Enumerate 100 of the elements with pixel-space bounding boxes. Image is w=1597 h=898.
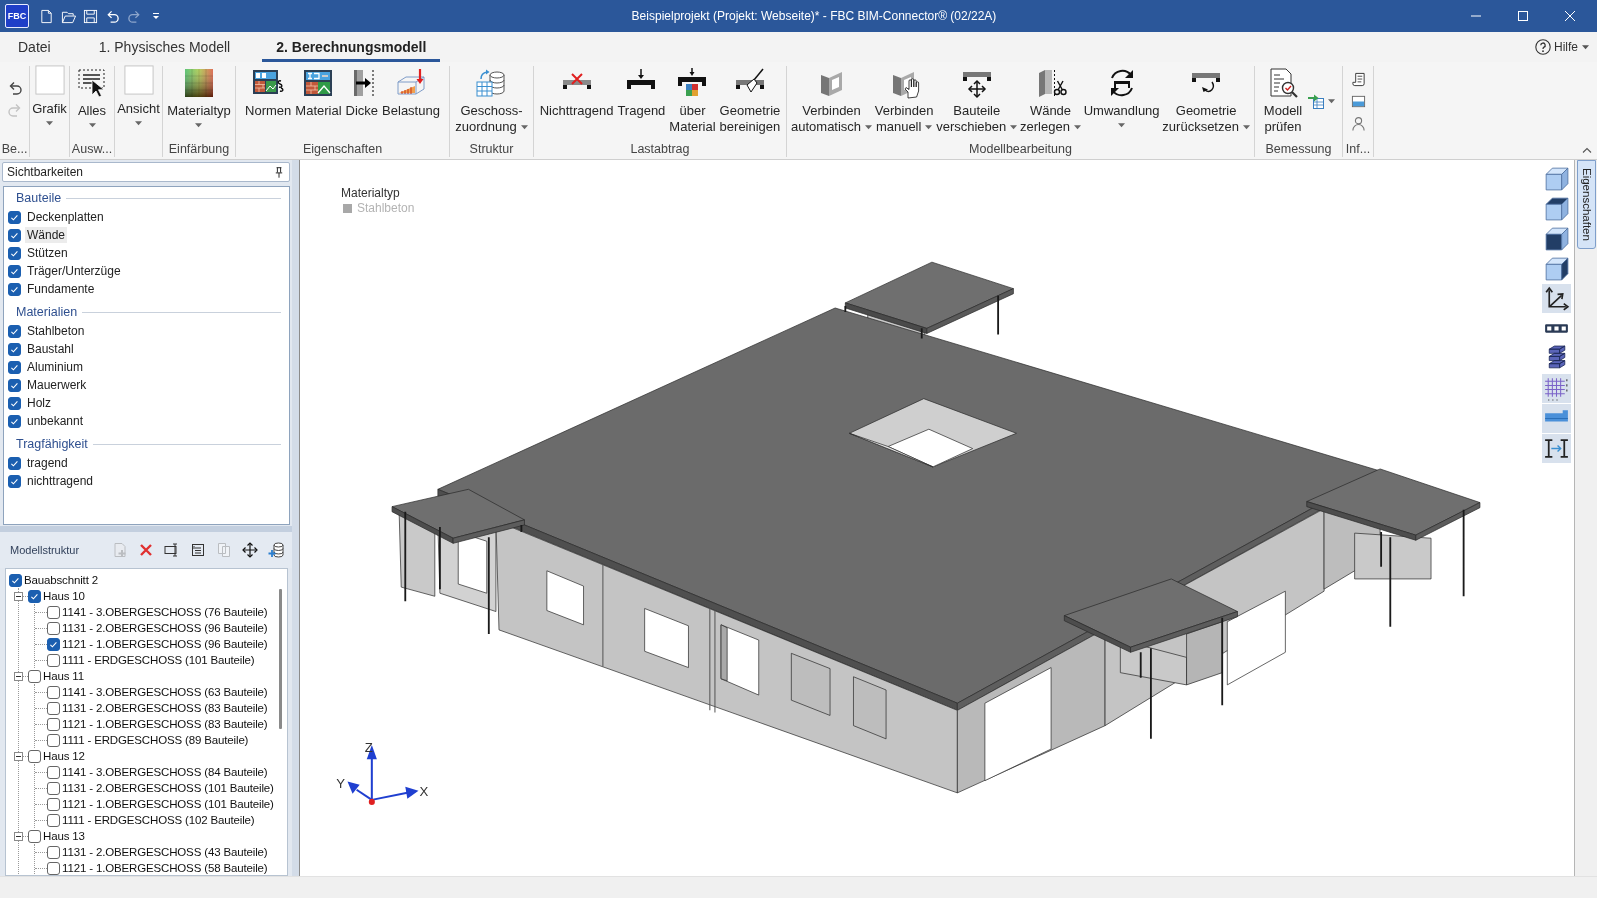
checkbox[interactable] bbox=[47, 765, 60, 779]
ribbon-button[interactable]: Verbinden automatisch bbox=[790, 66, 874, 135]
collapse-icon[interactable] bbox=[14, 751, 23, 761]
cube-front-icon[interactable] bbox=[1542, 224, 1571, 253]
checkbox[interactable] bbox=[47, 685, 60, 699]
tree-item[interactable]: 1141 - 3.OBERGESCHOSS (63 Bauteile) bbox=[62, 686, 268, 698]
checkbox-label[interactable]: Aluminium bbox=[25, 359, 85, 375]
pin-icon[interactable] bbox=[275, 166, 283, 178]
grid-icon[interactable] bbox=[1542, 374, 1571, 403]
toolbar-button[interactable] bbox=[1350, 72, 1366, 87]
checkbox[interactable] bbox=[8, 474, 21, 488]
checkbox-label[interactable]: Wände bbox=[25, 227, 68, 243]
checkbox[interactable] bbox=[47, 605, 60, 619]
new-file-icon[interactable] bbox=[39, 8, 54, 24]
checkbox[interactable] bbox=[28, 589, 41, 603]
checkbox-label[interactable]: Träger/Unterzüge bbox=[25, 263, 123, 279]
tree-item[interactable]: Haus 11 bbox=[43, 670, 84, 682]
tree-item[interactable]: Bauabschnitt 2 bbox=[24, 574, 98, 586]
ribbon-button[interactable]: Geometrie bereinigen bbox=[717, 66, 783, 135]
ribbon-button[interactable]: Umwandlung bbox=[1082, 66, 1161, 128]
ribbon-tab[interactable]: 1. Physisches Modell bbox=[82, 32, 245, 62]
delete-icon[interactable] bbox=[138, 542, 155, 558]
ribbon-button[interactable]: Tragend bbox=[615, 66, 668, 119]
checkbox[interactable] bbox=[8, 456, 21, 470]
panel-icon[interactable] bbox=[1542, 404, 1571, 433]
checkbox[interactable] bbox=[8, 282, 21, 296]
scrollbar[interactable] bbox=[279, 589, 282, 729]
checkbox[interactable] bbox=[28, 669, 41, 683]
tree-item[interactable]: 1131 - 2.OBERGESCHOSS (43 Bauteile) bbox=[62, 846, 268, 858]
checkbox[interactable] bbox=[28, 749, 41, 763]
database-add-icon[interactable] bbox=[268, 542, 285, 558]
help-button[interactable]: Hilfe bbox=[1535, 39, 1589, 55]
checkbox[interactable] bbox=[8, 246, 21, 260]
ribbon-button[interactable]: Geschoss- zuordnung bbox=[453, 66, 530, 135]
checkbox-label[interactable]: Stützen bbox=[25, 245, 70, 261]
checkbox[interactable] bbox=[47, 653, 60, 667]
collapse-icon[interactable] bbox=[14, 671, 23, 681]
tree-item[interactable]: 1121 - 1.OBERGESCHOSS (83 Bauteile) bbox=[62, 718, 268, 730]
undo-icon[interactable] bbox=[105, 8, 120, 24]
checkbox[interactable] bbox=[47, 861, 60, 875]
ribbon-button[interactable]: Wände zerlegen bbox=[1019, 66, 1082, 135]
ribbon-tab[interactable]: Datei bbox=[4, 32, 65, 62]
tree-item[interactable]: Haus 10 bbox=[43, 590, 85, 602]
checkbox[interactable] bbox=[47, 637, 60, 651]
ribbon-button[interactable]: Material bbox=[293, 66, 344, 119]
ribbon-button[interactable]: Belastung bbox=[380, 66, 442, 119]
cube-top-icon[interactable] bbox=[1542, 194, 1571, 223]
toolbar-button[interactable] bbox=[1308, 93, 1336, 109]
save-icon[interactable] bbox=[83, 8, 98, 24]
checkbox[interactable] bbox=[47, 733, 60, 747]
checkbox[interactable] bbox=[9, 573, 22, 587]
ribbon-button[interactable]: Ansicht bbox=[115, 66, 162, 126]
tree-item[interactable]: 1111 - ERDGESCHOSS (102 Bauteile) bbox=[62, 814, 255, 826]
checkbox-label[interactable]: Deckenplatten bbox=[25, 209, 106, 225]
collapse-icon[interactable] bbox=[14, 591, 23, 601]
checkbox-label[interactable]: Baustahl bbox=[25, 341, 76, 357]
checkbox[interactable] bbox=[47, 845, 60, 859]
properties-tab[interactable]: Eigenschaften bbox=[1577, 160, 1596, 249]
checkbox-label[interactable]: Fundamente bbox=[25, 281, 97, 297]
ribbon-button[interactable]: Alles bbox=[74, 66, 110, 128]
checkbox[interactable] bbox=[8, 342, 21, 356]
checkbox[interactable] bbox=[47, 621, 60, 635]
checkbox-label[interactable]: Holz bbox=[25, 395, 53, 411]
tree-item[interactable]: 1111 - ERDGESCHOSS (89 Bauteile) bbox=[62, 734, 249, 746]
collapse-ribbon-icon[interactable] bbox=[1582, 147, 1592, 153]
cube-icon[interactable] bbox=[1542, 164, 1571, 193]
tree-item[interactable]: 1121 - 1.OBERGESCHOSS (101 Bauteile) bbox=[62, 798, 274, 810]
ribbon-button[interactable]: Geometrie zurücksetzen bbox=[1161, 66, 1251, 135]
ribbon-button[interactable]: über Material bbox=[667, 66, 718, 135]
tree-item[interactable]: 1111 - ERDGESCHOSS (101 Bauteile) bbox=[62, 654, 255, 666]
list-icon[interactable] bbox=[190, 542, 207, 558]
close-icon[interactable] bbox=[1564, 11, 1575, 21]
checkbox-label[interactable]: Stahlbeton bbox=[25, 323, 87, 339]
ribbon-button[interactable]: Materialtyp bbox=[165, 66, 233, 128]
toolbar-button[interactable] bbox=[1350, 94, 1366, 109]
checkbox[interactable] bbox=[47, 781, 60, 795]
checkbox[interactable] bbox=[8, 360, 21, 374]
checkbox[interactable] bbox=[8, 210, 21, 224]
checkbox-label[interactable]: Mauerwerk bbox=[25, 377, 89, 393]
tree-item[interactable]: 1131 - 2.OBERGESCHOSS (96 Bauteile) bbox=[62, 622, 268, 634]
checkbox[interactable] bbox=[8, 264, 21, 278]
maximize-icon[interactable] bbox=[1518, 11, 1528, 21]
checkbox-label[interactable]: unbekannt bbox=[25, 413, 86, 429]
checkbox-label[interactable]: tragend bbox=[25, 455, 70, 471]
tree-item[interactable]: 1121 - 1.OBERGESCHOSS (58 Bauteile) bbox=[62, 862, 268, 874]
tree-item[interactable]: 1131 - 2.OBERGESCHOSS (101 Bauteile) bbox=[62, 782, 274, 794]
ribbon-button[interactable]: Nichttragend bbox=[537, 66, 616, 119]
ribbon-button[interactable]: Modell prüfen bbox=[1261, 66, 1305, 135]
tree-item[interactable]: 1141 - 3.OBERGESCHOSS (76 Bauteile) bbox=[62, 606, 268, 618]
cube-side-icon[interactable] bbox=[1542, 254, 1571, 283]
checkbox[interactable] bbox=[47, 813, 60, 827]
tree-item[interactable]: 1131 - 2.OBERGESCHOSS (83 Bauteile) bbox=[62, 702, 268, 714]
ribbon-button[interactable]: Verbinden manuell bbox=[873, 66, 935, 135]
tree-item[interactable]: Haus 13 bbox=[43, 830, 85, 842]
collapse-icon[interactable] bbox=[14, 831, 23, 841]
checkbox[interactable] bbox=[8, 324, 21, 338]
ribbon-button[interactable]: Dicke bbox=[343, 66, 381, 119]
checkbox[interactable] bbox=[8, 414, 21, 428]
customize-caret-icon[interactable] bbox=[152, 12, 160, 20]
tree-item[interactable]: 1121 - 1.OBERGESCHOSS (96 Bauteile) bbox=[62, 638, 268, 650]
